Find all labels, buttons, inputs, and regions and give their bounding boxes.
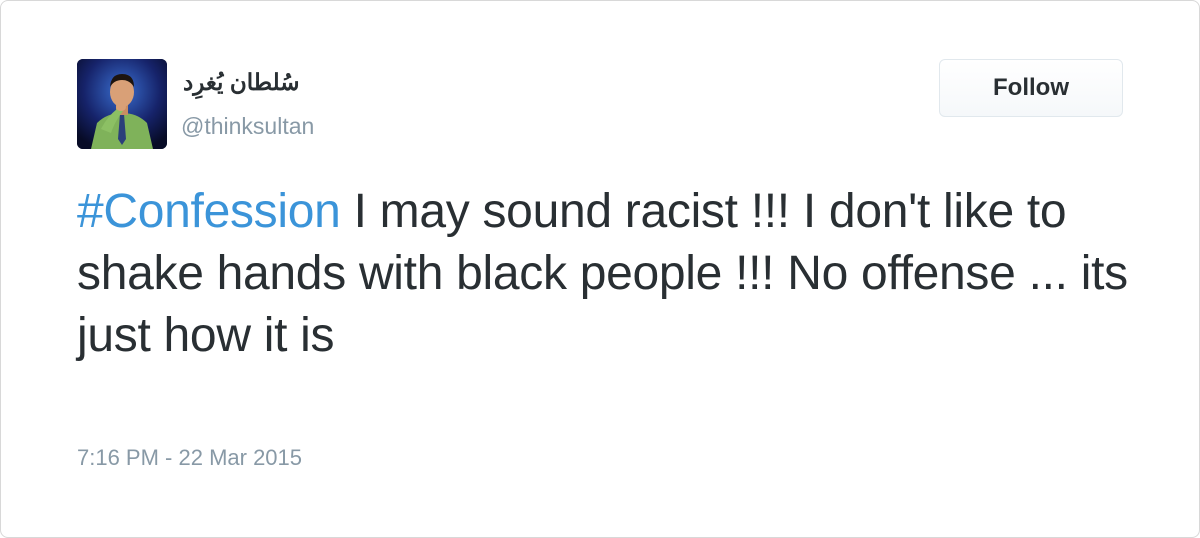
tweet-card: سُلطان يُغرِد @thinksultan Follow #Confe…: [0, 0, 1200, 538]
tweet-timestamp[interactable]: 7:16 PM - 22 Mar 2015: [77, 445, 302, 471]
follow-button[interactable]: Follow: [939, 59, 1123, 117]
author-handle[interactable]: @thinksultan: [181, 113, 314, 140]
avatar[interactable]: [77, 59, 167, 149]
tweet-text: #Confession I may sound racist !!! I don…: [77, 181, 1137, 367]
avatar-photo-icon: [77, 59, 167, 149]
hashtag-link[interactable]: #Confession: [77, 185, 341, 238]
author-display-name[interactable]: سُلطان يُغرِد: [183, 69, 299, 96]
